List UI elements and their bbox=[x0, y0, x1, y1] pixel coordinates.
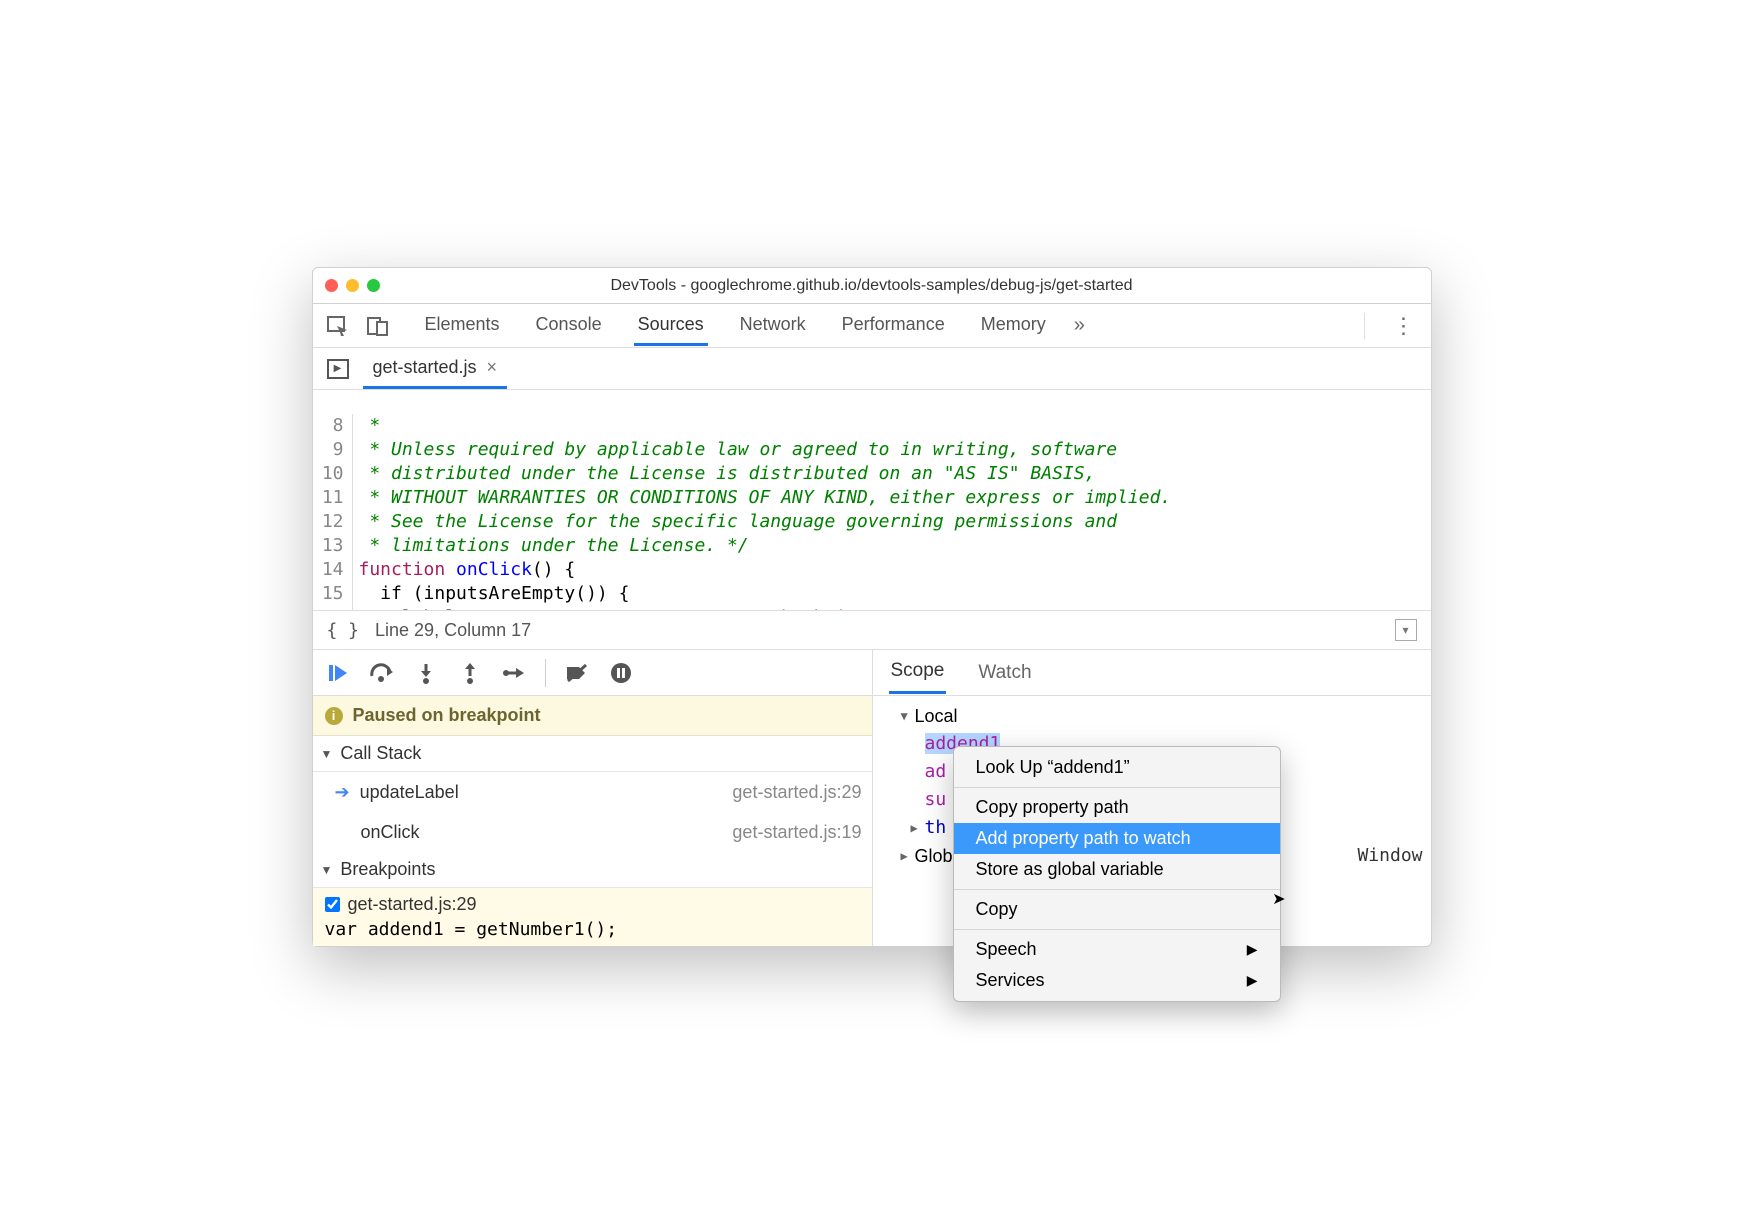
breakpoint-item[interactable]: get-started.js:29 var addend1 = getNumbe… bbox=[313, 888, 872, 946]
show-navigator-icon[interactable]: ▶ bbox=[327, 359, 349, 379]
tab-sources[interactable]: Sources bbox=[634, 306, 708, 346]
tab-elements[interactable]: Elements bbox=[421, 306, 504, 346]
file-tabbar: ▶ get-started.js × bbox=[313, 348, 1431, 390]
frame-location: get-started.js:19 bbox=[732, 822, 861, 843]
callstack-header[interactable]: ▼ Call Stack bbox=[313, 736, 872, 772]
callstack-frame[interactable]: ➔ updateLabel get-started.js:29 bbox=[313, 772, 872, 812]
step-over-icon[interactable] bbox=[369, 660, 395, 686]
current-frame-arrow-icon: ➔ bbox=[335, 782, 350, 803]
submenu-arrow-icon: ▶ bbox=[1247, 972, 1258, 989]
variable-name: ad bbox=[925, 758, 947, 786]
menu-copy[interactable]: Copy bbox=[954, 894, 1280, 925]
frame-name: updateLabel bbox=[360, 782, 459, 803]
breakpoints-header[interactable]: ▼ Breakpoints bbox=[313, 852, 872, 888]
menu-add-to-watch[interactable]: Add property path to watch bbox=[954, 823, 1280, 854]
info-icon: i bbox=[325, 707, 343, 725]
file-tab[interactable]: get-started.js × bbox=[363, 349, 508, 389]
close-tab-icon[interactable]: × bbox=[487, 357, 498, 378]
panel-tabs: Elements Console Sources Network Perform… bbox=[421, 306, 1050, 346]
frame-name: onClick bbox=[361, 822, 420, 843]
debugger-right-pane: Scope Watch ▼Local addend1 ad su ▶th ▶Gl… bbox=[873, 650, 1431, 946]
breakpoint-checkbox[interactable] bbox=[325, 897, 340, 912]
global-value: Window bbox=[1357, 842, 1422, 870]
device-toolbar-icon[interactable] bbox=[361, 311, 395, 341]
menu-speech[interactable]: Speech▶ bbox=[954, 934, 1280, 965]
tab-performance[interactable]: Performance bbox=[838, 306, 949, 346]
breakpoint-label: get-started.js:29 bbox=[348, 894, 477, 915]
file-tab-label: get-started.js bbox=[373, 357, 477, 378]
panel-tabbar: Elements Console Sources Network Perform… bbox=[313, 304, 1431, 348]
tab-scope[interactable]: Scope bbox=[889, 651, 947, 694]
settings-kebab-icon[interactable]: ⋮ bbox=[1385, 313, 1423, 339]
debugger-left-pane: i Paused on breakpoint ▼ Call Stack ➔ up… bbox=[313, 650, 873, 946]
tab-network[interactable]: Network bbox=[736, 306, 810, 346]
scope-local-header[interactable]: ▼Local bbox=[881, 702, 1423, 730]
more-tabs-icon[interactable]: » bbox=[1074, 314, 1085, 337]
disclosure-triangle-icon: ▼ bbox=[321, 863, 333, 877]
menu-store-as-global[interactable]: Store as global variable bbox=[954, 854, 1280, 885]
submenu-arrow-icon: ▶ bbox=[1247, 941, 1258, 958]
tab-watch[interactable]: Watch bbox=[976, 653, 1033, 693]
tab-memory[interactable]: Memory bbox=[977, 306, 1050, 346]
context-menu: Look Up “addend1” Copy property path Add… bbox=[953, 746, 1281, 1002]
debugger-toolbar bbox=[313, 650, 872, 696]
disclosure-triangle-icon: ▼ bbox=[321, 747, 333, 761]
titlebar: DevTools - googlechrome.github.io/devtoo… bbox=[313, 268, 1431, 304]
editor-statusbar: { } Line 29, Column 17 ▾ bbox=[313, 610, 1431, 650]
resume-icon[interactable] bbox=[325, 660, 351, 686]
variable-name: su bbox=[925, 786, 947, 814]
inspect-element-icon[interactable] bbox=[321, 311, 355, 341]
disclosure-triangle-icon: ▶ bbox=[901, 842, 915, 870]
paused-banner: i Paused on breakpoint bbox=[313, 696, 872, 736]
disclosure-triangle-icon: ▶ bbox=[911, 814, 925, 842]
mouse-cursor-icon: ➤ bbox=[1272, 889, 1285, 909]
menu-copy-property-path[interactable]: Copy property path bbox=[954, 792, 1280, 823]
tab-console[interactable]: Console bbox=[532, 306, 606, 346]
code-editor[interactable]: 8 * 9 * Unless required by applicable la… bbox=[313, 390, 1431, 610]
breakpoints-title: Breakpoints bbox=[340, 859, 435, 880]
paused-banner-text: Paused on breakpoint bbox=[353, 705, 541, 726]
scope-watch-tabs: Scope Watch bbox=[873, 650, 1431, 696]
pretty-print-icon[interactable]: { } bbox=[327, 620, 360, 641]
debugger-panes: i Paused on breakpoint ▼ Call Stack ➔ up… bbox=[313, 650, 1431, 946]
window-title: DevTools - googlechrome.github.io/devtoo… bbox=[313, 277, 1431, 295]
menu-lookup[interactable]: Look Up “addend1” bbox=[954, 752, 1280, 783]
disclosure-triangle-icon: ▼ bbox=[901, 702, 915, 730]
variable-name: th bbox=[925, 814, 947, 842]
step-out-icon[interactable] bbox=[457, 660, 483, 686]
deactivate-breakpoints-icon[interactable] bbox=[564, 660, 590, 686]
frame-location: get-started.js:29 bbox=[732, 782, 861, 803]
cursor-position: Line 29, Column 17 bbox=[375, 620, 531, 641]
statusbar-dropdown-icon[interactable]: ▾ bbox=[1395, 619, 1417, 641]
breakpoint-code: var addend1 = getNumber1(); bbox=[325, 919, 860, 940]
callstack-title: Call Stack bbox=[340, 743, 421, 764]
step-into-icon[interactable] bbox=[413, 660, 439, 686]
devtools-window: DevTools - googlechrome.github.io/devtoo… bbox=[312, 267, 1432, 947]
step-icon[interactable] bbox=[501, 660, 527, 686]
menu-services[interactable]: Services▶ bbox=[954, 965, 1280, 996]
callstack-frame[interactable]: onClick get-started.js:19 bbox=[313, 812, 872, 852]
pause-on-exceptions-icon[interactable] bbox=[608, 660, 634, 686]
